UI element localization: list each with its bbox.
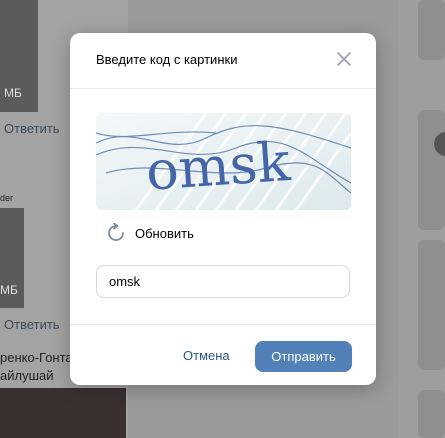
captcha-image: omsk [96,113,351,210]
dialog-header: Введите код с картинки [70,33,376,89]
close-button[interactable] [334,49,354,69]
captcha-text: omsk [144,130,293,203]
dialog-footer: Отмена Отправить [70,324,376,386]
refresh-captcha-button[interactable]: Обновить [106,221,194,245]
refresh-label: Обновить [135,225,194,241]
cancel-button[interactable]: Отмена [183,348,230,363]
refresh-icon [108,223,124,241]
submit-button[interactable]: Отправить [255,341,352,372]
captcha-code-input[interactable] [96,265,350,298]
dialog-title: Введите код с картинки [96,52,238,67]
close-icon [337,52,351,66]
captcha-dialog: Введите код с картинки omsk Обновить oms… [70,33,376,385]
